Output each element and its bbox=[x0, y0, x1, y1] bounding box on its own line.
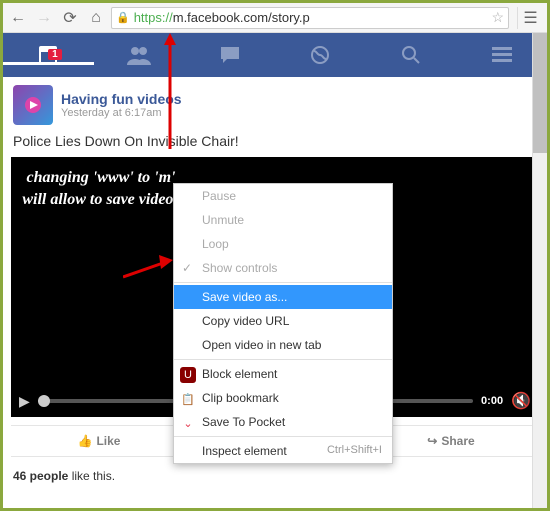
news-feed-tab[interactable]: 1 bbox=[3, 45, 94, 65]
bookmark-star-icon[interactable]: ☆ bbox=[491, 9, 504, 26]
lock-icon: 🔒 bbox=[116, 11, 130, 24]
notifications-tab[interactable] bbox=[275, 45, 366, 65]
menu-unmute[interactable]: Unmute bbox=[174, 208, 392, 232]
menu-show-controls[interactable]: ✓ Show controls bbox=[174, 256, 392, 280]
menu-copy-video-url[interactable]: Copy video URL bbox=[174, 309, 392, 333]
like-button[interactable]: 👍Like bbox=[11, 426, 187, 456]
back-button[interactable]: ← bbox=[7, 7, 29, 29]
menu-separator bbox=[174, 436, 392, 437]
ublock-icon: U bbox=[180, 367, 196, 383]
search-tab[interactable] bbox=[366, 45, 457, 65]
home-button[interactable]: ⌂ bbox=[85, 7, 107, 29]
menu-save-video-as[interactable]: Save video as... bbox=[174, 285, 392, 309]
video-time: 0:00 bbox=[481, 395, 503, 407]
menu-loop[interactable]: Loop bbox=[174, 232, 392, 256]
reload-button[interactable]: ⟳ bbox=[59, 7, 81, 29]
post-header: Having fun videos Yesterday at 6:17am bbox=[3, 77, 547, 133]
post-text: Police Lies Down On Invisible Chair! bbox=[3, 133, 547, 157]
play-button[interactable]: ▶ bbox=[19, 393, 30, 410]
progress-handle[interactable] bbox=[38, 395, 50, 407]
menu-inspect-element[interactable]: Inspect element Ctrl+Shift+I bbox=[174, 439, 392, 463]
menu-block-label: Block element bbox=[202, 367, 277, 381]
menu-open-new-tab[interactable]: Open video in new tab bbox=[174, 333, 392, 357]
menu-show-controls-label: Show controls bbox=[202, 261, 277, 275]
post-timestamp[interactable]: Yesterday at 6:17am bbox=[61, 107, 537, 119]
menu-clip-bookmark[interactable]: 📋 Clip bookmark bbox=[174, 386, 392, 410]
context-menu: Pause Unmute Loop ✓ Show controls Save vi… bbox=[173, 183, 393, 464]
browser-toolbar: ← → ⟳ ⌂ 🔒 https://m.facebook.com/story.p… bbox=[3, 3, 547, 33]
likes-number: 46 people bbox=[13, 469, 68, 483]
notification-badge: 1 bbox=[48, 49, 62, 60]
share-label: Share bbox=[441, 434, 474, 448]
menu-pause[interactable]: Pause bbox=[174, 184, 392, 208]
friends-tab[interactable] bbox=[94, 45, 185, 65]
messages-tab[interactable] bbox=[184, 45, 275, 65]
check-icon: ✓ bbox=[182, 261, 192, 275]
scrollbar-thumb[interactable] bbox=[533, 33, 547, 153]
facebook-header: 1 bbox=[3, 33, 547, 77]
menu-clip-label: Clip bookmark bbox=[202, 391, 279, 405]
pocket-icon: ⌄ bbox=[180, 415, 196, 431]
share-icon: ↪ bbox=[427, 434, 437, 448]
likes-count[interactable]: 46 people like this. bbox=[3, 465, 547, 487]
menu-separator bbox=[174, 282, 392, 283]
like-icon: 👍 bbox=[78, 434, 93, 448]
url-host: m.facebook.com bbox=[173, 10, 268, 25]
browser-menu-button[interactable]: ☰ bbox=[517, 7, 543, 29]
menu-save-to-pocket[interactable]: ⌄ Save To Pocket bbox=[174, 410, 392, 434]
menu-inspect-label: Inspect element bbox=[202, 444, 287, 458]
menu-separator bbox=[174, 359, 392, 360]
url-path: /story.p bbox=[268, 10, 310, 25]
scrollbar[interactable] bbox=[532, 33, 547, 508]
annotation-text: changing 'www' to 'm' will allow to save… bbox=[21, 167, 181, 212]
mute-button[interactable]: 🔇 bbox=[511, 391, 531, 411]
address-bar[interactable]: 🔒 https://m.facebook.com/story.p ☆ bbox=[111, 7, 509, 29]
menu-block-element[interactable]: U Block element bbox=[174, 362, 392, 386]
likes-suffix: like this. bbox=[68, 469, 115, 483]
page-avatar[interactable] bbox=[13, 85, 53, 125]
url-protocol: https:// bbox=[134, 10, 173, 25]
clip-icon: 📋 bbox=[180, 391, 196, 407]
page-name-link[interactable]: Having fun videos bbox=[61, 91, 537, 107]
like-label: Like bbox=[96, 434, 120, 448]
menu-pocket-label: Save To Pocket bbox=[202, 415, 285, 429]
forward-button[interactable]: → bbox=[33, 7, 55, 29]
inspect-shortcut: Ctrl+Shift+I bbox=[327, 444, 382, 456]
